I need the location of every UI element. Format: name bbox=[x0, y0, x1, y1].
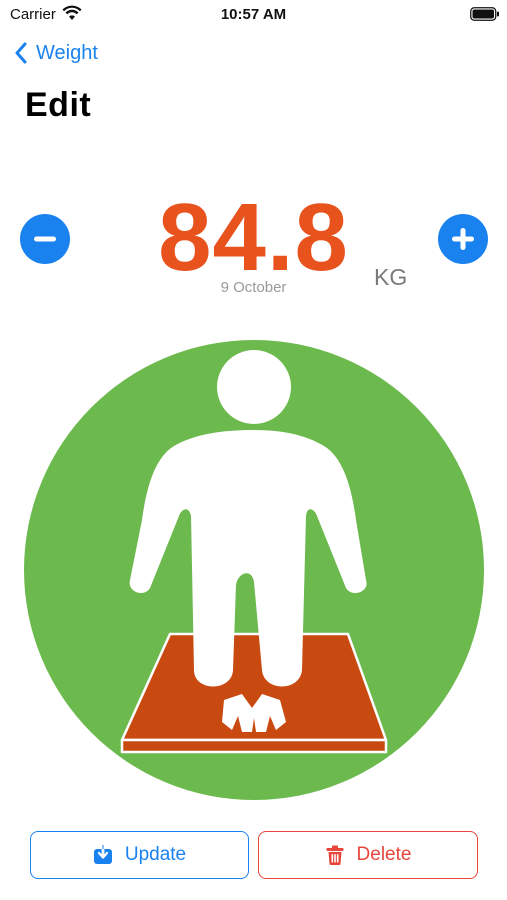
delete-label: Delete bbox=[356, 844, 412, 865]
back-button[interactable]: Weight bbox=[14, 38, 98, 68]
delete-button[interactable]: Delete bbox=[258, 831, 478, 879]
increment-button[interactable] bbox=[438, 214, 488, 264]
page-title: Edit bbox=[25, 86, 92, 124]
trash-icon bbox=[326, 845, 344, 865]
weight-value: 84.8 bbox=[158, 184, 349, 291]
chevron-left-icon bbox=[15, 42, 27, 64]
weight-date: 9 October bbox=[220, 279, 287, 296]
status-bar: Carrier 10:57 AM bbox=[0, 0, 507, 30]
person-on-scale-icon bbox=[24, 340, 484, 800]
back-label: Weight bbox=[36, 41, 98, 64]
download-icon bbox=[93, 845, 112, 864]
scale-icon bbox=[120, 632, 388, 754]
status-time: 10:57 AM bbox=[220, 6, 287, 23]
plus-icon bbox=[452, 228, 474, 250]
battery-icon bbox=[470, 7, 499, 21]
update-label: Update bbox=[124, 844, 187, 865]
update-button[interactable]: Update bbox=[30, 831, 249, 879]
